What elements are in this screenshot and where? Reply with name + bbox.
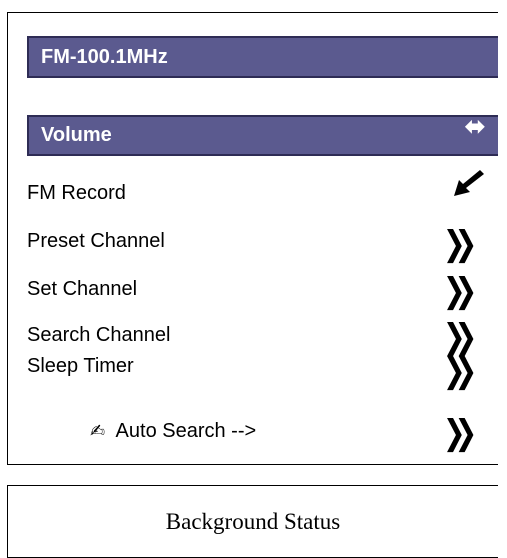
frequency-display[interactable]: FM-100.1MHz bbox=[27, 36, 498, 78]
auto-search-label: Auto Search --> bbox=[115, 420, 257, 442]
menu-item-sleep-timer[interactable]: Sleep Timer bbox=[27, 355, 134, 378]
background-status-label: Background Status bbox=[165, 508, 341, 534]
arrow-down-left-icon bbox=[450, 170, 486, 203]
menu-item-search-channel[interactable]: Search Channel bbox=[27, 324, 170, 347]
double-chevron-right-icon[interactable]: ❯❯ bbox=[443, 274, 477, 308]
double-chevron-right-icon[interactable]: ❯❯ bbox=[443, 320, 477, 354]
left-right-arrows-icon: ⬌ bbox=[464, 111, 486, 141]
pen-icon: ✍ bbox=[90, 421, 106, 441]
menu-item-set-channel[interactable]: Set Channel bbox=[27, 278, 137, 301]
double-chevron-right-icon[interactable]: ❯❯ bbox=[443, 416, 477, 450]
menu-item-label: Set Channel bbox=[27, 278, 138, 300]
menu-item-preset-channel[interactable]: Preset Channel bbox=[27, 230, 165, 253]
auto-search-item[interactable]: ✍ Auto Search --> bbox=[90, 420, 256, 443]
double-chevron-right-icon[interactable]: ❯❯ bbox=[443, 354, 477, 388]
frequency-label: FM-100.1MHz bbox=[41, 45, 168, 68]
double-chevron-right-icon[interactable]: ❯❯ bbox=[443, 227, 477, 261]
volume-item[interactable]: Volume ⬌ bbox=[27, 111, 498, 156]
menu-item-label: Preset Channel bbox=[27, 230, 165, 252]
volume-label: Volume bbox=[41, 124, 112, 146]
menu-item-label: Sleep Timer bbox=[27, 355, 134, 377]
menu-item-label: FM Record bbox=[27, 182, 126, 204]
menu-item-fm-record[interactable]: FM Record bbox=[27, 182, 126, 205]
menu-item-label: Search Channel bbox=[27, 324, 171, 346]
background-status-box[interactable]: Background Status bbox=[7, 485, 498, 558]
